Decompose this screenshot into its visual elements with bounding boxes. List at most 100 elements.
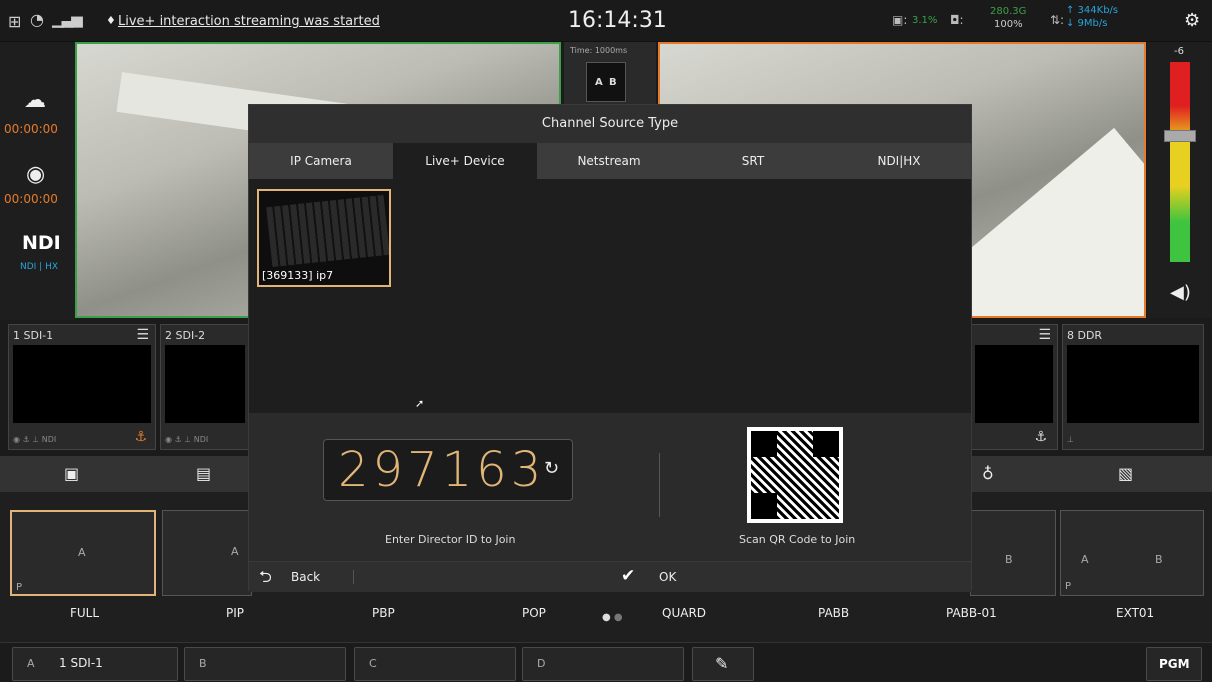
tab-live-device[interactable]: Live+ Device — [393, 143, 537, 179]
layout-label-pop[interactable]: POP — [522, 606, 546, 620]
layout-pip[interactable]: A — [162, 510, 252, 596]
top-bar: ⊞ ◔ ▁▃▅ ♦ Live+ interaction streaming wa… — [0, 0, 1212, 42]
layout-label-pip[interactable]: PIP — [226, 606, 244, 620]
source-status-icons: ◉ ⚓ ⊥ NDI — [165, 435, 209, 444]
stream-time: 00:00:00 — [4, 122, 58, 136]
back-icon: ⮌ — [259, 567, 272, 586]
layout-slot-b: B — [1005, 553, 1013, 566]
source-tile-2[interactable]: 2 SDI-2 ◉ ⚓ ⊥ NDI — [160, 324, 250, 450]
record-icon[interactable]: ◉ — [26, 162, 45, 187]
transition-ab-button[interactable]: A B — [586, 62, 626, 102]
slot-letter: C — [369, 657, 377, 670]
list-icon[interactable]: ☰ — [1038, 327, 1051, 343]
ok-button[interactable]: ✔ OK — [621, 562, 711, 593]
cloud-stream-icon[interactable]: ☁ — [24, 88, 46, 113]
meter-bar — [1170, 62, 1190, 262]
source-tile-8[interactable]: 8 DDR ⊥ — [1062, 324, 1204, 450]
joystick-icon[interactable]: ♁ — [982, 464, 994, 483]
panel-divider — [659, 453, 660, 517]
layout-ext01[interactable]: A B P — [1060, 510, 1204, 596]
left-control-strip: ☁ 00:00:00 ◉ 00:00:00 NDI NDI | HX — [0, 42, 75, 320]
transition-a-label: A — [595, 77, 603, 88]
layout-pabb-01[interactable]: B — [970, 510, 1056, 596]
audio-meter[interactable]: -6 ◀) — [1148, 42, 1212, 318]
record-time: 00:00:00 — [4, 192, 58, 206]
source-tile-7[interactable]: ☰ ⚓ — [970, 324, 1058, 450]
pgm-button[interactable]: PGM — [1146, 647, 1202, 681]
enter-id-label: Enter Director ID to Join — [385, 533, 516, 546]
tab-srt[interactable]: SRT — [681, 143, 825, 179]
source-type-tabs: IP Camera Live+ Device Netstream SRT NDI… — [249, 143, 971, 179]
layout-label-ext01[interactable]: EXT01 — [1116, 606, 1154, 620]
bandwidth-icon: ⇅: — [1050, 13, 1065, 27]
transition-b-label: B — [609, 77, 617, 88]
layout-full[interactable]: A P — [10, 510, 156, 596]
image-overlay-icon[interactable]: ▤ — [196, 464, 211, 483]
transition-panel[interactable]: Time: 1000ms A B — [564, 42, 656, 106]
transition-time: Time: 1000ms — [570, 46, 628, 55]
source-label: 2 SDI-2 — [165, 329, 206, 342]
back-button[interactable]: ⮌ Back — [259, 562, 349, 593]
refresh-icon[interactable]: ↻ — [544, 458, 559, 479]
slot-d[interactable]: D — [522, 647, 684, 681]
clock: 16:14:31 — [568, 8, 667, 33]
ndi-logo[interactable]: NDI — [22, 232, 61, 254]
device-label: [369133] ip7 — [262, 269, 334, 282]
bottom-bar: A 1 SDI-1 B C D ✎ PGM — [0, 642, 1212, 682]
ndi-hx-label: NDI | HX — [20, 262, 59, 272]
image-layer-icon[interactable]: ▣ — [64, 464, 79, 483]
layout-label-pbp[interactable]: PBP — [372, 606, 395, 620]
tab-ip-camera[interactable]: IP Camera — [249, 143, 393, 179]
upload-rate: ↑ 344Kb/s — [1066, 5, 1119, 16]
layout-label-pabb-01[interactable]: PABB-01 — [946, 606, 997, 620]
live-device-card[interactable]: [369133] ip7 — [257, 189, 391, 287]
source-label: 8 DDR — [1067, 329, 1103, 342]
slot-value: 1 SDI-1 — [59, 656, 103, 670]
director-id-box: 297163 ↻ — [323, 439, 573, 501]
layout-label-pabb[interactable]: PABB — [818, 606, 849, 620]
layout-label-full[interactable]: FULL — [70, 606, 99, 620]
device-thumbnail — [266, 194, 389, 268]
download-rate: ↓ 9Mb/s — [1066, 18, 1108, 29]
meter-fader[interactable] — [1164, 130, 1196, 142]
notification-text[interactable]: Live+ interaction streaming was started — [118, 14, 380, 29]
meter-peak: -6 — [1174, 46, 1184, 57]
layout-p-mark: P — [1065, 581, 1072, 592]
settings-icon[interactable]: ⚙ — [1184, 10, 1200, 31]
storage-total: 280.3G — [990, 6, 1027, 17]
channel-source-dialog: Channel Source Type IP Camera Live+ Devi… — [248, 104, 972, 593]
source-status-icons: ◉ ⚓ ⊥ NDI — [13, 435, 57, 444]
layout-slot-a: A — [231, 545, 239, 558]
edit-button[interactable]: ✎ — [692, 647, 754, 681]
list-icon[interactable]: ☰ — [136, 327, 149, 343]
slot-c[interactable]: C — [354, 647, 516, 681]
edit-icon: ✎ — [715, 654, 729, 673]
source-label: 1 SDI-1 — [13, 329, 54, 342]
speaker-icon[interactable]: ◀) — [1170, 282, 1191, 303]
slot-a[interactable]: A 1 SDI-1 — [12, 647, 178, 681]
source-tile-1[interactable]: 1 SDI-1 ☰ ◉ ⚓ ⊥ NDI ⚓ — [8, 324, 156, 450]
layout-slot-b: B — [1155, 553, 1163, 566]
source-preview — [1067, 345, 1199, 423]
slot-b[interactable]: B — [184, 647, 346, 681]
tab-netstream[interactable]: Netstream — [537, 143, 681, 179]
layout-slot-a: A — [78, 546, 86, 559]
layout-p-mark: P — [16, 582, 23, 593]
check-icon: ✔ — [621, 566, 636, 586]
source-status-icons: ⊥ — [1067, 435, 1074, 444]
source-preview — [165, 345, 245, 423]
mouse-cursor-icon: ➚ — [415, 397, 425, 410]
storage-percent: 100% — [994, 19, 1023, 30]
chroma-icon[interactable]: ▧ — [1118, 464, 1133, 483]
qr-code — [747, 427, 843, 523]
anchor-icon[interactable]: ⚓ — [134, 429, 147, 445]
source-preview — [975, 345, 1053, 423]
tab-ndi-hx[interactable]: NDI|HX — [825, 143, 973, 179]
cpu-usage: 3.1% — [912, 15, 938, 26]
scan-qr-label: Scan QR Code to Join — [739, 533, 856, 546]
anchor-icon[interactable]: ⚓ — [1034, 429, 1047, 445]
layout-label-quard[interactable]: QUARD — [662, 606, 706, 620]
slot-letter: A — [27, 657, 35, 670]
slot-letter: D — [537, 657, 546, 670]
storage-icon: ◘: — [950, 13, 964, 27]
